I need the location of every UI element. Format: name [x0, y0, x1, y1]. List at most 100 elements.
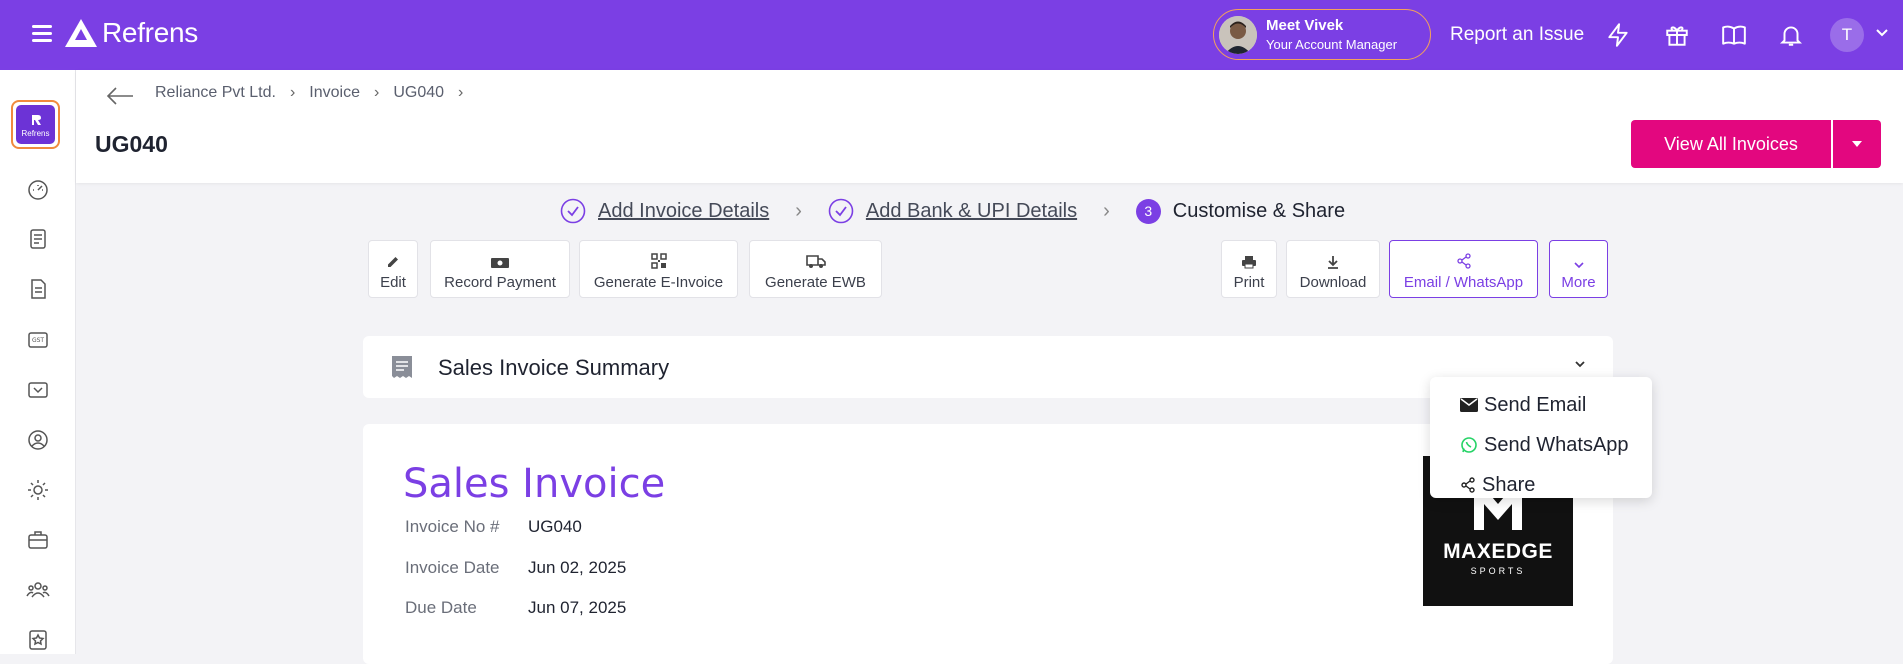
stepper: Add Invoice Details › Add Bank & UPI Det… — [560, 198, 1345, 224]
dashboard-icon[interactable] — [26, 177, 50, 201]
manager-name: Meet Vivek — [1266, 16, 1344, 34]
send-whatsapp-item[interactable]: Send WhatsApp — [1430, 425, 1652, 465]
breadcrumb-client[interactable]: Reliance Pvt Ltd. — [155, 84, 276, 102]
chevron-right-icon: › — [289, 84, 296, 101]
invoice-no-value: UG040 — [528, 517, 582, 536]
back-arrow-icon[interactable] — [106, 86, 134, 106]
sidebar: Refrens GST — [0, 70, 76, 654]
brand-name: MAXEDGE — [1443, 540, 1553, 563]
step-label: Add Invoice Details — [598, 199, 770, 222]
download-icon — [1328, 256, 1338, 269]
printer-icon — [1242, 256, 1256, 269]
documents-icon[interactable] — [26, 227, 50, 251]
step-label: Customise & Share — [1172, 199, 1346, 222]
email-whatsapp-label: Email / WhatsApp — [1403, 274, 1524, 291]
main-content: Reliance Pvt Ltd. › Invoice › UG040 › UG… — [76, 70, 1903, 664]
menu-icon[interactable] — [32, 25, 52, 43]
share-label: Share — [1482, 473, 1536, 496]
invoice-date-row: Invoice Date Jun 02, 2025 — [405, 558, 626, 578]
step-bank-details[interactable]: Add Bank & UPI Details — [828, 198, 1077, 224]
user-avatar[interactable]: T — [1830, 18, 1864, 52]
app-logo[interactable]: Refrens — [64, 17, 198, 49]
chevron-right-icon: › — [458, 84, 464, 101]
due-date-label: Due Date — [405, 598, 477, 617]
page-header: Reliance Pvt Ltd. › Invoice › UG040 › UG… — [76, 70, 1903, 183]
breadcrumb: Reliance Pvt Ltd. › Invoice › UG040 › — [155, 84, 477, 102]
step-number: 3 — [1135, 198, 1161, 224]
view-all-dropdown-button[interactable] — [1833, 120, 1881, 168]
breadcrumb-number[interactable]: UG040 — [393, 84, 444, 102]
business-logo-button[interactable]: Refrens — [11, 100, 60, 149]
more-button[interactable]: More — [1549, 240, 1608, 298]
chevron-right-icon: › — [1103, 199, 1110, 222]
chevron-down-icon — [1573, 262, 1584, 269]
send-email-item[interactable]: Send Email — [1430, 385, 1652, 425]
record-payment-label: Record Payment — [444, 274, 556, 291]
book-icon[interactable] — [1721, 22, 1747, 48]
chevron-down-icon[interactable] — [1876, 29, 1888, 37]
send-email-label: Send Email — [1484, 393, 1587, 416]
report-issue-link[interactable]: Report an Issue — [1450, 24, 1584, 46]
pencil-icon — [388, 257, 398, 267]
app-name: Refrens — [102, 17, 198, 48]
view-all-invoices-button[interactable]: View All Invoices — [1631, 120, 1831, 168]
reviews-icon[interactable] — [26, 628, 50, 652]
gst-icon[interactable]: GST — [26, 328, 50, 352]
invoice-icon[interactable] — [26, 277, 50, 301]
invoice-preview: Sales Invoice Invoice No # UG040 Invoice … — [363, 424, 1613, 664]
download-button[interactable]: Download — [1286, 240, 1380, 298]
sidebar-logo-text: Refrens — [21, 129, 50, 138]
share-dropdown-menu: Send Email Send WhatsApp Share — [1430, 377, 1652, 498]
brand-subtitle: SPORTS — [1470, 566, 1526, 576]
manager-avatar — [1219, 15, 1257, 54]
print-button[interactable]: Print — [1221, 240, 1277, 298]
team-icon[interactable] — [26, 578, 50, 602]
generate-e-invoice-button[interactable]: Generate E-Invoice — [579, 240, 738, 298]
bell-icon[interactable] — [1778, 22, 1804, 48]
share-icon — [1456, 253, 1471, 269]
check-circle-icon — [828, 198, 854, 224]
page-title: UG040 — [95, 131, 168, 157]
account-manager-button[interactable]: Meet Vivek Your Account Manager — [1213, 9, 1431, 60]
step-customise-share[interactable]: 3 Customise & Share — [1135, 198, 1346, 224]
chevron-down-icon[interactable] — [1575, 361, 1585, 368]
settings-users-icon[interactable] — [26, 478, 50, 502]
check-circle-icon — [560, 198, 586, 224]
invoice-summary-card[interactable]: Sales Invoice Summary — [363, 336, 1613, 398]
invoice-date-label: Invoice Date — [405, 558, 500, 577]
truck-icon — [805, 255, 826, 268]
chevron-right-icon: › — [373, 84, 380, 101]
manager-role: Your Account Manager — [1266, 36, 1398, 52]
chevron-right-icon: › — [795, 199, 802, 222]
print-label: Print — [1233, 274, 1265, 291]
briefcase-icon[interactable] — [26, 528, 50, 552]
edit-button[interactable]: Edit — [368, 240, 418, 298]
cash-icon — [491, 258, 509, 268]
breadcrumb-invoice[interactable]: Invoice — [309, 84, 360, 102]
mail-icon — [1460, 398, 1478, 412]
qr-code-icon — [650, 253, 667, 269]
gift-icon[interactable] — [1664, 22, 1690, 48]
due-date-row: Due Date Jun 07, 2025 — [405, 598, 626, 618]
clients-icon[interactable] — [26, 428, 50, 452]
summary-title: Sales Invoice Summary — [438, 355, 670, 380]
e-invoice-label: Generate E-Invoice — [593, 274, 724, 291]
refrens-logo-icon — [65, 19, 97, 47]
ewb-label: Generate EWB — [765, 274, 866, 291]
top-bar: Refrens Meet Vivek Your Account Manager … — [0, 0, 1903, 70]
record-payment-button[interactable]: Record Payment — [430, 240, 570, 298]
more-label: More — [1561, 274, 1596, 291]
email-whatsapp-button[interactable]: Email / WhatsApp — [1389, 240, 1538, 298]
invoice-date-value: Jun 02, 2025 — [528, 558, 627, 577]
receipt-icon — [392, 356, 412, 378]
invoice-title: Sales Invoice — [403, 461, 666, 507]
svg-text:GST: GST — [32, 337, 44, 344]
step-invoice-details[interactable]: Add Invoice Details — [560, 198, 769, 224]
refrens-mini-icon — [31, 115, 41, 125]
share-item[interactable]: Share — [1430, 465, 1652, 505]
lightning-icon[interactable] — [1605, 22, 1631, 48]
invoice-no-row: Invoice No # UG040 — [405, 517, 582, 537]
due-date-value: Jun 07, 2025 — [528, 598, 627, 617]
expense-icon[interactable] — [26, 378, 50, 402]
generate-ewb-button[interactable]: Generate EWB — [749, 240, 882, 298]
